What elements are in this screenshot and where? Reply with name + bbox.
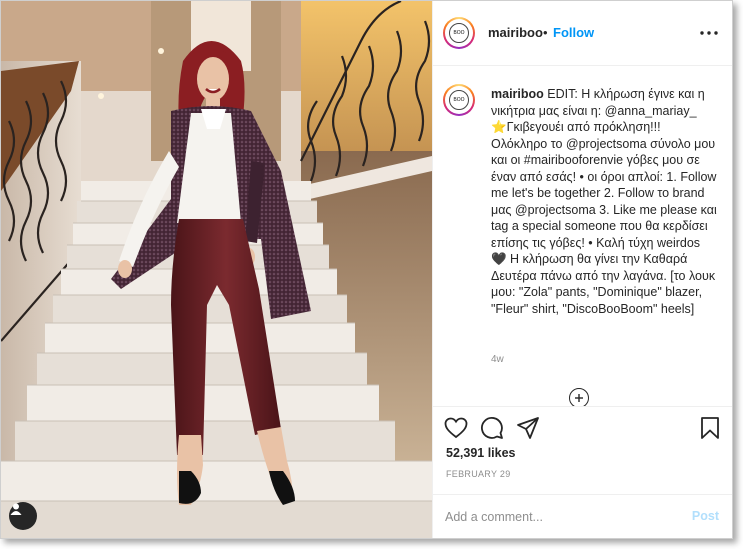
post-window: BOO mairiboo • Follow BOO mairiboo EDIT:… [0,0,733,539]
paper-plane-icon[interactable] [515,415,541,441]
separator-dot: • [543,25,548,40]
post-header: BOO mairiboo • Follow [433,1,732,66]
bookmark-icon[interactable] [697,415,723,441]
user-tag-icon[interactable] [9,502,37,530]
likes-count[interactable]: 52,391 likes [446,446,516,460]
action-bar: 52,391 likes FEBRUARY 29 [433,406,732,495]
caption-body: EDIT: Η κλήρωση έγινε και η νικήτρια μας… [491,87,717,316]
more-options-icon[interactable] [697,21,721,45]
header-username[interactable]: mairiboo [488,25,543,40]
comment-icon[interactable] [479,415,505,441]
comment-bar: Post [433,494,732,538]
follow-button[interactable]: Follow [553,25,594,40]
photo-illustration [1,1,432,538]
avatar[interactable]: BOO [443,17,475,49]
avatar-logo: BOO [449,23,469,43]
post-comment-button[interactable]: Post [692,509,719,523]
post-date[interactable]: FEBRUARY 29 [446,469,511,479]
comment-input[interactable] [445,506,675,528]
caption-text: mairiboo EDIT: Η κλήρωση έγινε και η νικ… [491,86,717,317]
post-side-panel: BOO mairiboo • Follow BOO mairiboo EDIT:… [432,1,732,538]
plus-circle-icon[interactable] [569,388,589,406]
caption-area: BOO mairiboo EDIT: Η κλήρωση έγινε και η… [433,66,732,406]
post-time-ago[interactable]: 4w [491,354,504,365]
heart-icon[interactable] [443,415,469,441]
caption-avatar[interactable]: BOO [443,84,475,116]
caption-username[interactable]: mairiboo [491,87,544,101]
caption-avatar-logo: BOO [449,90,469,110]
post-photo[interactable] [1,1,432,538]
